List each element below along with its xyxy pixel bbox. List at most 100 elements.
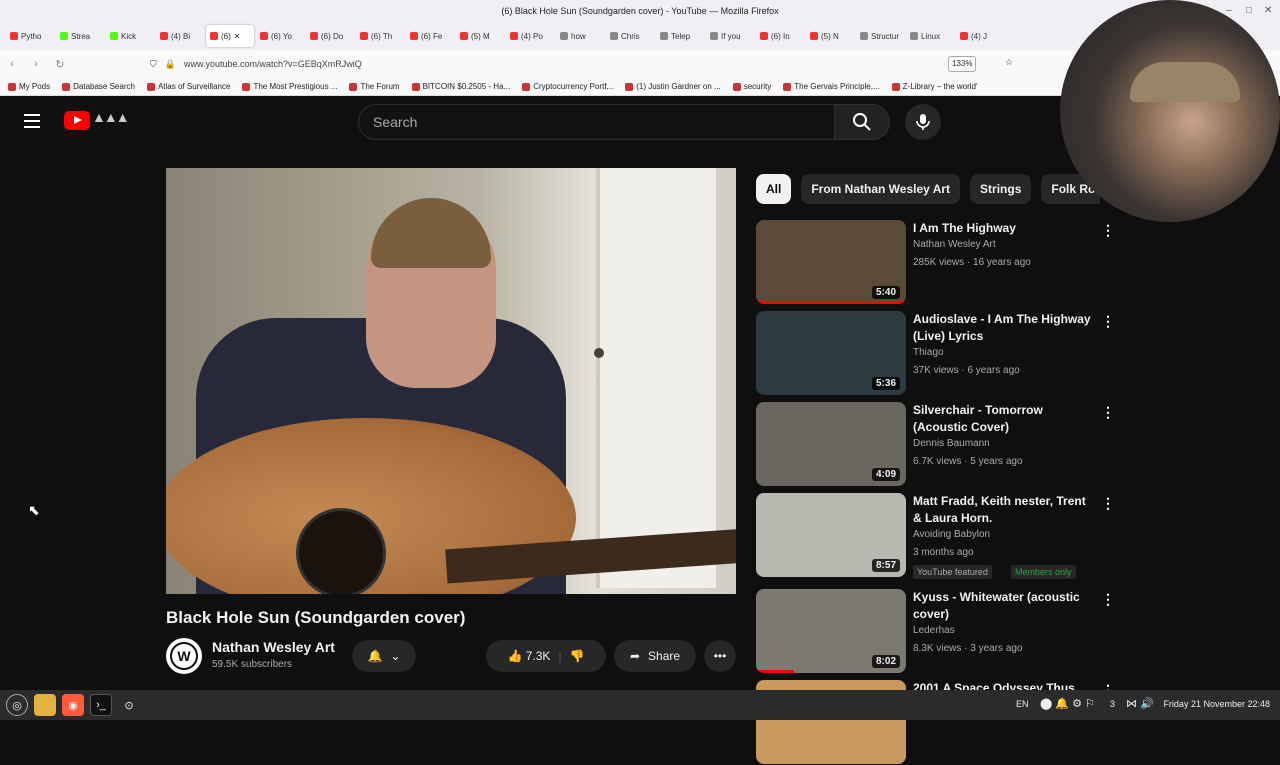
bookmark-item[interactable]: BITCOIN $0.2505 - Ha... — [411, 82, 511, 91]
more-vertical-icon[interactable]: ⋮ — [1101, 495, 1115, 512]
search-input[interactable]: Search — [358, 104, 835, 140]
close-tab-icon[interactable]: ✕ — [234, 32, 241, 41]
forward-icon[interactable]: › — [24, 58, 48, 70]
video-frame-doorknob — [594, 348, 604, 358]
tab-8[interactable]: (6) Fe — [406, 25, 454, 47]
video-player[interactable] — [166, 168, 736, 594]
recommendation-item[interactable]: 8:57 Matt Fradd, Keith nester, Trent & La… — [756, 493, 1116, 579]
chip-0[interactable]: All — [756, 174, 792, 204]
tab-9[interactable]: (5) M — [456, 25, 504, 47]
tab-15[interactable]: (6) In — [756, 25, 804, 47]
recommendation-title[interactable]: Silverchair - Tomorrow (Acoustic Cover) — [913, 402, 1093, 436]
recommendation-channel[interactable]: Thiago — [913, 347, 944, 358]
bookmark-favicon-icon — [8, 82, 16, 91]
tab-19[interactable]: (4) J — [956, 25, 1004, 47]
files-icon[interactable] — [34, 694, 56, 716]
bookmark-item[interactable]: The Most Prestigious ... — [242, 82, 337, 91]
reload-icon[interactable]: ↻ — [48, 58, 72, 71]
more-actions-button[interactable]: ••• — [704, 640, 736, 672]
recommendation-channel[interactable]: Dennis Baumann — [913, 438, 990, 449]
wikipedia-icon — [610, 32, 618, 40]
channel-name[interactable]: Nathan Wesley Art — [212, 639, 335, 655]
tab-17[interactable]: Structur — [856, 25, 904, 47]
tab-7[interactable]: (6) Th — [356, 25, 404, 47]
tab-14[interactable]: If you — [706, 25, 754, 47]
url-text[interactable]: www.youtube.com/watch?v=GEBqXmRJwiQ — [184, 59, 362, 69]
lock-icon[interactable]: 🔒 — [165, 59, 176, 70]
search-button[interactable] — [834, 104, 890, 140]
voice-search-button[interactable] — [905, 104, 941, 140]
video-thumbnail[interactable]: 5:40 — [756, 220, 906, 304]
custom-logo-icon[interactable]: ▲▲▲ — [92, 109, 138, 131]
recommendation-title[interactable]: Audioslave - I Am The Highway (Live) Lyr… — [913, 311, 1093, 345]
channel-avatar[interactable]: W — [166, 638, 202, 674]
tray-counter[interactable]: 3 — [1110, 699, 1115, 709]
bookmark-item[interactable]: Z-Library – the world' — [891, 82, 978, 91]
tab-11[interactable]: how — [556, 25, 604, 47]
terminal-icon[interactable]: ›_ — [90, 694, 112, 716]
bookmark-item[interactable]: My Pods — [8, 82, 50, 91]
network-icon[interactable]: ⋈ 🔊 — [1126, 697, 1154, 710]
recommendation-channel[interactable]: Avoiding Babylon — [913, 529, 990, 540]
more-vertical-icon[interactable]: ⋮ — [1101, 591, 1115, 608]
maximize-icon[interactable]: □ — [1246, 0, 1252, 22]
chip-2[interactable]: Strings — [970, 174, 1032, 204]
tab-16[interactable]: (5) N — [806, 25, 854, 47]
menu-icon[interactable] — [24, 114, 40, 128]
more-vertical-icon[interactable]: ⋮ — [1101, 222, 1115, 239]
bookmark-label: BITCOIN $0.2505 - Ha... — [422, 82, 511, 91]
bookmark-star-icon[interactable]: ☆ — [1005, 57, 1013, 68]
tab-6[interactable]: (6) Do — [306, 25, 354, 47]
tab-12[interactable]: Chris — [606, 25, 654, 47]
recommendation-item[interactable]: 5:40 I Am The Highway Nathan Wesley Art 285… — [756, 220, 1116, 305]
recommendation-item[interactable]: 8:02 Kyuss - Whitewater (acoustic cover) L… — [756, 589, 1116, 674]
shield-icon[interactable]: ⛉ — [150, 59, 157, 70]
more-vertical-icon[interactable]: ⋮ — [1101, 313, 1115, 330]
back-icon[interactable]: ‹ — [0, 58, 24, 70]
close-window-icon[interactable]: ✕ — [1264, 0, 1272, 22]
bookmark-item[interactable]: Cryptocurrency Portf... — [522, 82, 613, 91]
firefox-icon[interactable]: ◉ — [62, 694, 84, 716]
recommendation-channel[interactable]: Nathan Wesley Art — [913, 239, 996, 250]
bookmark-item[interactable]: The Gervais Principle,... — [783, 82, 880, 91]
video-thumbnail[interactable]: 8:02 — [756, 589, 906, 673]
dislike-button[interactable]: 👎 — [570, 649, 585, 663]
tab-13[interactable]: Telep — [656, 25, 704, 47]
video-thumbnail[interactable]: 4:09 — [756, 402, 906, 486]
video-thumbnail[interactable]: 8:57 — [756, 493, 906, 577]
url-bar[interactable]: ⛉ 🔒 www.youtube.com/watch?v=GEBqXmRJwiQ — [150, 54, 1020, 74]
tab-5[interactable]: (6) Yo — [256, 25, 304, 47]
bookmark-item[interactable]: security — [732, 82, 771, 91]
recommendation-channel[interactable]: Lederhas — [913, 625, 955, 636]
zoom-level[interactable]: 133% — [948, 56, 977, 72]
clock[interactable]: Friday 21 November 22:48 — [1163, 699, 1270, 709]
tab-0[interactable]: Pytho — [6, 25, 54, 47]
tab-3[interactable]: (4) Bi — [156, 25, 204, 47]
keyboard-language[interactable]: EN — [1016, 699, 1029, 709]
video-thumbnail[interactable]: 5:36 — [756, 311, 906, 395]
share-button[interactable]: ➦ Share — [614, 640, 696, 672]
recommendation-item[interactable]: 4:09 Silverchair - Tomorrow (Acoustic Cov… — [756, 402, 1116, 487]
system-tray-icons[interactable]: ⬤ 🔔 ⚙ ⚐ — [1040, 697, 1095, 710]
bookmark-item[interactable]: Database Search — [62, 82, 135, 91]
start-menu-icon[interactable]: ◎ — [6, 694, 28, 716]
obs-icon[interactable]: ⊙ — [118, 694, 140, 716]
recommendation-title[interactable]: Kyuss - Whitewater (acoustic cover) — [913, 589, 1093, 623]
recommendation-item[interactable]: 5:36 Audioslave - I Am The Highway (Live)… — [756, 311, 1116, 396]
bookmark-item[interactable]: Atlas of Surveillance — [146, 82, 230, 91]
recommendation-title[interactable]: I Am The Highway — [913, 220, 1093, 237]
like-button[interactable]: 👍 7.3K — [507, 649, 550, 663]
bookmark-item[interactable]: The Forum — [349, 82, 400, 91]
tab-18[interactable]: Linux — [906, 25, 954, 47]
youtube-logo-icon[interactable] — [64, 111, 90, 130]
notifications-button[interactable]: 🔔 ⌄ — [352, 640, 416, 672]
tab-4[interactable]: (6) ✕ — [206, 25, 254, 47]
filter-chips: AllFrom Nathan Wesley ArtStringsFolk Roc… — [756, 174, 1100, 204]
recommendation-title[interactable]: Matt Fradd, Keith nester, Trent & Laura … — [913, 493, 1093, 527]
tab-10[interactable]: (4) Po — [506, 25, 554, 47]
bookmark-item[interactable]: (1) Justin Gardner on ... — [625, 82, 721, 91]
tab-2[interactable]: Kick — [106, 25, 154, 47]
tab-1[interactable]: Strea — [56, 25, 104, 47]
chip-1[interactable]: From Nathan Wesley Art — [801, 174, 961, 204]
more-vertical-icon[interactable]: ⋮ — [1101, 404, 1115, 421]
